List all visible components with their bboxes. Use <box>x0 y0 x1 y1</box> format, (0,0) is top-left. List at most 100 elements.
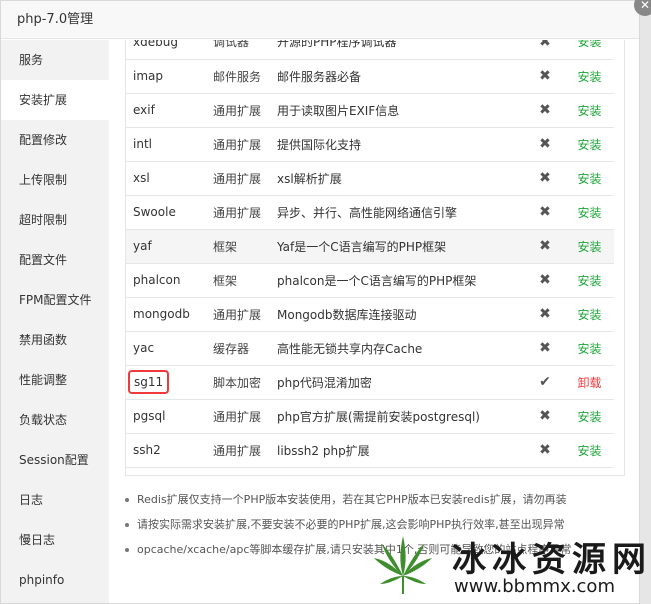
table-row: pgsql 通用扩展 php官方扩展(需提前安装postgresql) ✖ 安装 <box>126 399 614 434</box>
ext-desc: php代码混淆加密 <box>277 365 525 400</box>
ext-desc: phalcon是一个C语言编写的PHP框架 <box>277 263 525 298</box>
install-button[interactable]: 安装 <box>565 331 614 366</box>
not-installed-icon: ✖ <box>525 93 565 128</box>
extensions-table: xdebug 调试器 开源的PHP程序调试器 ✖ 安装 imap 邮件服务 邮件… <box>126 40 614 468</box>
ext-name: Swoole <box>126 195 213 230</box>
not-installed-icon: ✖ <box>525 59 565 94</box>
ext-type: 调试器 <box>213 40 277 60</box>
ext-desc: libssh2 php扩展 <box>277 433 525 468</box>
table-row: Swoole 通用扩展 异步、并行、高性能网络通信引擎 ✖ 安装 <box>126 195 614 230</box>
ext-name: intl <box>126 127 213 162</box>
sidebar-item-install-extensions[interactable]: 安装扩展 <box>1 80 109 120</box>
ext-name: yaf <box>126 229 213 264</box>
ext-name-highlighted: sg11 <box>128 370 170 394</box>
ext-type: 通用扩展 <box>213 297 277 332</box>
table-row: mongodb 通用扩展 Mongodb数据库连接驱动 ✖ 安装 <box>126 297 614 332</box>
not-installed-icon: ✖ <box>525 297 565 332</box>
watermark: 冰冰资源网 www.bbmmx.com <box>352 528 651 604</box>
install-button[interactable]: 安装 <box>565 59 614 94</box>
table-row: exif 通用扩展 用于读取图片EXIF信息 ✖ 安装 <box>126 93 614 128</box>
ext-desc: 开源的PHP程序调试器 <box>277 40 525 60</box>
ext-name: exif <box>126 93 213 128</box>
ext-name: mongodb <box>126 297 213 332</box>
installed-check-icon: ✔ <box>525 365 565 400</box>
table-row: yac 缓存器 高性能无锁共享内存Cache ✖ 安装 <box>126 331 614 366</box>
ext-desc: 提供国际化支持 <box>277 127 525 162</box>
extensions-table-container[interactable]: xdebug 调试器 开源的PHP程序调试器 ✖ 安装 imap 邮件服务 邮件… <box>125 40 625 476</box>
ext-type: 框架 <box>213 263 277 298</box>
ext-name: yac <box>126 331 213 366</box>
sidebar-item-upload-limit[interactable]: 上传限制 <box>1 160 109 200</box>
sidebar-item-session-config[interactable]: Session配置 <box>1 440 109 480</box>
not-installed-icon: ✖ <box>525 161 565 196</box>
table-row: xsl 通用扩展 xsl解析扩展 ✖ 安装 <box>126 161 614 196</box>
not-installed-icon: ✖ <box>525 127 565 162</box>
ext-type: 邮件服务 <box>213 59 277 94</box>
watermark-url: www.bbmmx.com <box>454 576 615 597</box>
ext-desc: php官方扩展(需提前安装postgresql) <box>277 399 525 434</box>
ext-name: phalcon <box>126 263 213 298</box>
ext-name: imap <box>126 59 213 94</box>
ext-type: 脚本加密 <box>213 365 277 400</box>
sidebar: 服务 安装扩展 配置修改 上传限制 超时限制 配置文件 FPM配置文件 禁用函数… <box>1 40 109 603</box>
sidebar-item-timeout-limit[interactable]: 超时限制 <box>1 200 109 240</box>
php-manager-dialog: php-7.0管理 服务 安装扩展 配置修改 上传限制 超时限制 配置文件 FP… <box>0 0 640 604</box>
not-installed-icon: ✖ <box>525 399 565 434</box>
sidebar-item-log[interactable]: 日志 <box>1 480 109 520</box>
sidebar-item-phpinfo[interactable]: phpinfo <box>1 560 109 600</box>
sidebar-item-config-file[interactable]: 配置文件 <box>1 240 109 280</box>
ext-type: 框架 <box>213 229 277 264</box>
not-installed-icon: ✖ <box>525 263 565 298</box>
table-row: ssh2 通用扩展 libssh2 php扩展 ✖ 安装 <box>126 433 614 468</box>
sidebar-item-performance[interactable]: 性能调整 <box>1 360 109 400</box>
ext-desc: 邮件服务器必备 <box>277 59 525 94</box>
main-panel: xdebug 调试器 开源的PHP程序调试器 ✖ 安装 imap 邮件服务 邮件… <box>109 40 639 603</box>
ext-desc: 高性能无锁共享内存Cache <box>277 331 525 366</box>
table-row: xdebug 调试器 开源的PHP程序调试器 ✖ 安装 <box>126 40 614 60</box>
watermark-title: 冰冰资源网 <box>452 540 651 580</box>
install-button[interactable]: 安装 <box>565 195 614 230</box>
ext-type: 通用扩展 <box>213 93 277 128</box>
sidebar-item-fpm-config[interactable]: FPM配置文件 <box>1 280 109 320</box>
not-installed-icon: ✖ <box>525 331 565 366</box>
ext-desc: xsl解析扩展 <box>277 161 525 196</box>
install-button[interactable]: 安装 <box>565 229 614 264</box>
ext-name: xdebug <box>126 40 213 60</box>
install-button[interactable]: 安装 <box>565 297 614 332</box>
install-button[interactable]: 安装 <box>565 263 614 298</box>
ext-desc: Mongodb数据库连接驱动 <box>277 297 525 332</box>
sidebar-item-disabled-functions[interactable]: 禁用函数 <box>1 320 109 360</box>
ext-type: 通用扩展 <box>213 161 277 196</box>
install-button[interactable]: 安装 <box>565 161 614 196</box>
ext-name: xsl <box>126 161 213 196</box>
install-button[interactable]: 安装 <box>565 433 614 468</box>
ext-desc: 异步、并行、高性能网络通信引擎 <box>277 195 525 230</box>
not-installed-icon: ✖ <box>525 195 565 230</box>
dialog-title: php-7.0管理 <box>1 1 639 39</box>
sidebar-item-service[interactable]: 服务 <box>1 40 109 80</box>
cannabis-leaf-icon <box>374 536 432 594</box>
install-button[interactable]: 安装 <box>565 399 614 434</box>
sidebar-item-load-status[interactable]: 负载状态 <box>1 400 109 440</box>
not-installed-icon: ✖ <box>525 433 565 468</box>
ext-name: ssh2 <box>126 433 213 468</box>
table-row: phalcon 框架 phalcon是一个C语言编写的PHP框架 ✖ 安装 <box>126 263 614 298</box>
ext-type: 通用扩展 <box>213 433 277 468</box>
table-row: imap 邮件服务 邮件服务器必备 ✖ 安装 <box>126 59 614 94</box>
ext-type: 缓存器 <box>213 331 277 366</box>
ext-type: 通用扩展 <box>213 127 277 162</box>
table-row: yaf 框架 Yaf是一个C语言编写的PHP框架 ✖ 安装 <box>126 229 614 264</box>
install-button[interactable]: 安装 <box>565 93 614 128</box>
note-item: Redis扩展仅支持一个PHP版本安装使用，若在其它PHP版本已安装redis扩… <box>123 492 633 517</box>
install-button[interactable]: 安装 <box>565 127 614 162</box>
install-button[interactable]: 安装 <box>565 40 614 60</box>
ext-name-cell: sg11 <box>126 365 213 400</box>
ext-desc: Yaf是一个C语言编写的PHP框架 <box>277 229 525 264</box>
sidebar-item-slow-log[interactable]: 慢日志 <box>1 520 109 560</box>
uninstall-button[interactable]: 卸载 <box>565 365 614 400</box>
ext-name: pgsql <box>126 399 213 434</box>
table-row: intl 通用扩展 提供国际化支持 ✖ 安装 <box>126 127 614 162</box>
table-row: sg11 脚本加密 php代码混淆加密 ✔ 卸载 <box>126 365 614 400</box>
sidebar-item-config-edit[interactable]: 配置修改 <box>1 120 109 160</box>
not-installed-icon: ✖ <box>525 229 565 264</box>
